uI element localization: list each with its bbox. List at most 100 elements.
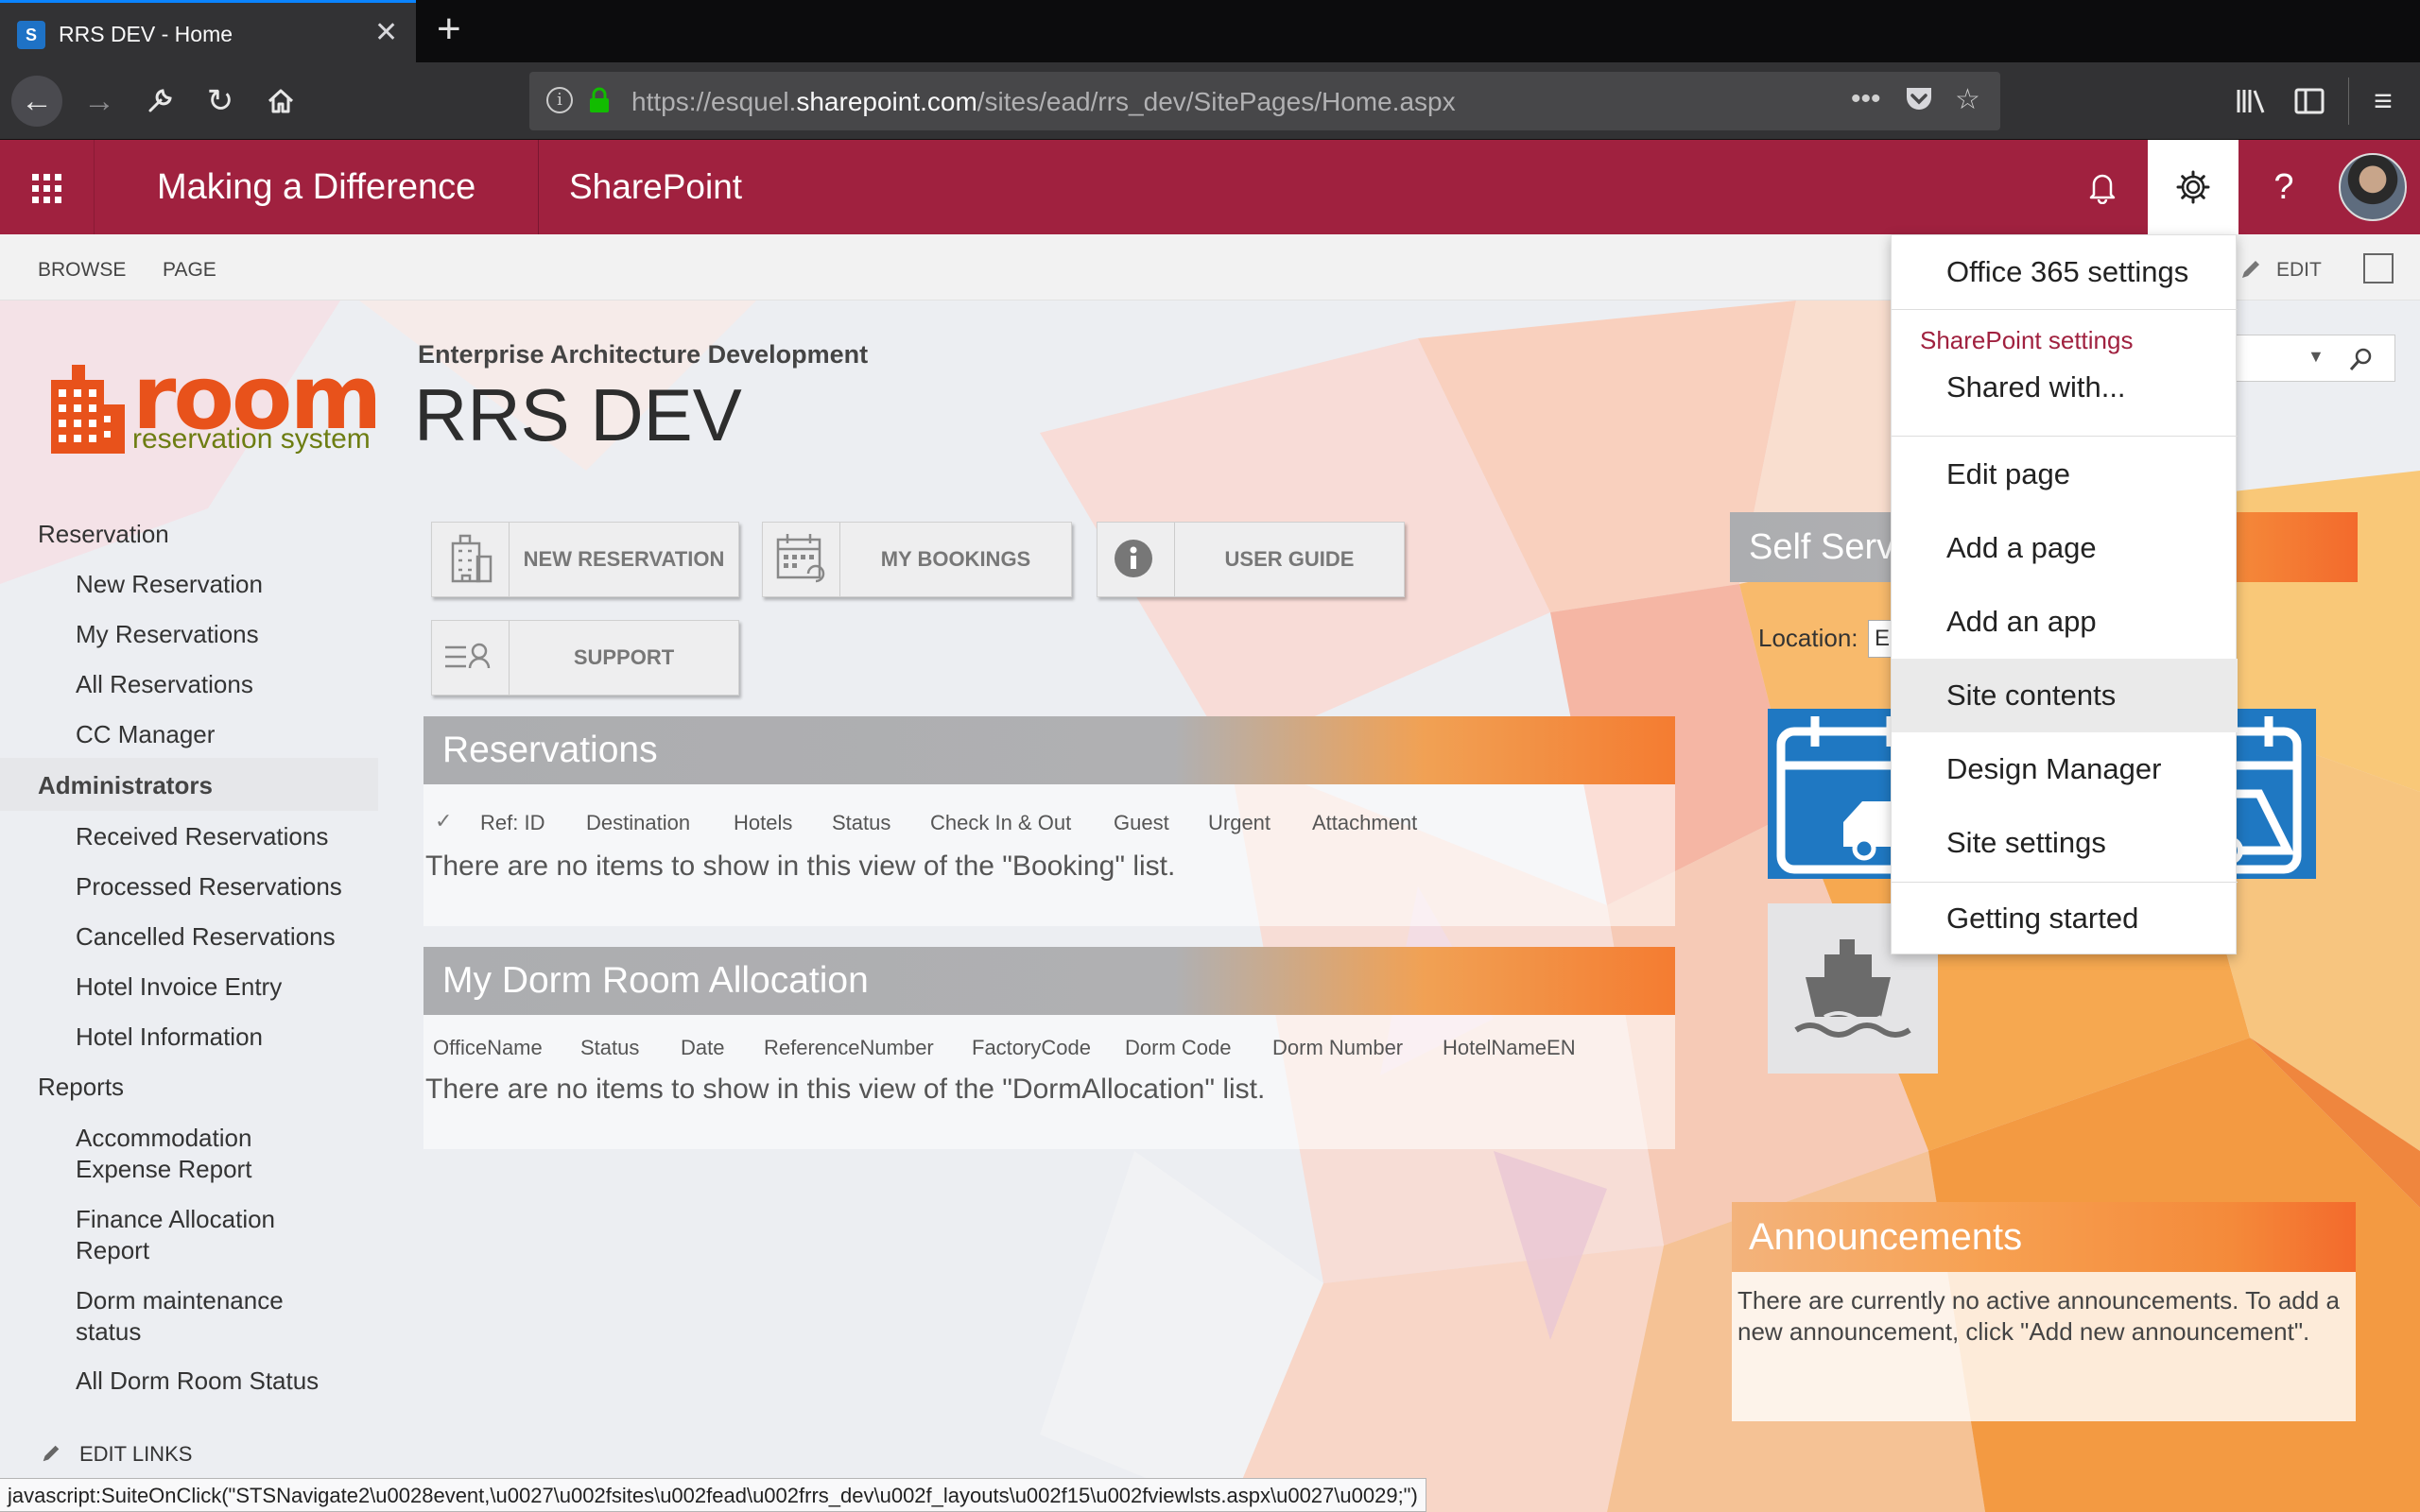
tile-label: USER GUIDE [1224,547,1355,571]
suite-bar: Making a Difference SharePoint ? [0,140,2420,234]
nav-item-cancelled-reservations[interactable]: Cancelled Reservations [76,922,336,952]
nav-item-cc-manager[interactable]: CC Manager [76,720,215,749]
close-tab-icon[interactable]: ✕ [374,16,398,49]
menu-item-getting-started[interactable]: Getting started [1892,882,2238,955]
menu-item-shared-with[interactable]: Shared with... [1892,360,2238,415]
nav-item-accommodation-report[interactable]: Accommodation Expense Report [76,1123,251,1185]
sidebar-toggle-icon[interactable] [2284,76,2335,127]
reload-icon[interactable]: ↻ [195,76,246,127]
support-tile[interactable]: SUPPORT [431,620,739,696]
column-header[interactable]: Dorm Number [1272,1036,1403,1060]
search-icon[interactable] [2347,345,2376,373]
select-all-checkmark-icon[interactable]: ✓ [435,809,452,833]
notifications-bell-icon[interactable] [2057,140,2148,234]
app-launcher-icon[interactable] [0,140,95,234]
empty-list-message: There are no items to show in this view … [425,1074,1266,1105]
my-bookings-tile[interactable]: MY BOOKINGS [762,522,1072,597]
browser-status-bar: javascript:SuiteOnClick("STSNavigate2\u0… [0,1478,1426,1512]
building-logo-icon [51,365,125,454]
menu-item-site-contents[interactable]: Site contents [1892,659,2238,732]
url-path: /sites/ead/rrs_dev/SitePages/Home.aspx [977,87,1456,116]
ribbon-edit-button[interactable]: EDIT [2276,259,2322,282]
nav-item-all-dorm-room-status[interactable]: All Dorm Room Status [76,1366,319,1396]
site-info-icon[interactable]: i [546,87,573,113]
column-header[interactable]: Hotels [734,811,792,835]
ribbon-tab-browse[interactable]: BROWSE [38,259,126,282]
nav-heading-reservation[interactable]: Reservation [38,520,169,549]
settings-gear-icon[interactable] [2148,140,2238,234]
page-actions-icon[interactable]: ••• [1851,83,1881,115]
back-icon[interactable]: ← [11,76,62,127]
nav-item-dorm-maintenance-status[interactable]: Dorm maintenance status [76,1285,284,1348]
menu-item-add-a-page[interactable]: Add a page [1892,511,2238,585]
nav-item-finance-allocation-report[interactable]: Finance Allocation Report [76,1204,275,1266]
user-guide-tile[interactable]: USER GUIDE [1097,522,1405,597]
tile-label: NEW RESERVATION [523,547,725,571]
column-header[interactable]: Status [832,811,890,835]
pocket-icon[interactable] [1904,85,1934,121]
menu-item-office365-settings[interactable]: Office 365 settings [1892,235,2238,309]
new-reservation-tile[interactable]: NEW RESERVATION [431,522,739,597]
column-header[interactable]: Ref: ID [480,811,544,835]
menu-item-add-an-app[interactable]: Add an app [1892,585,2238,659]
edit-links-button[interactable]: EDIT LINKS [79,1442,192,1467]
announcements-body: There are currently no active announceme… [1732,1272,2356,1421]
column-header[interactable]: Destination [586,811,690,835]
nav-item-processed-reservations[interactable]: Processed Reservations [76,872,342,902]
edit-links-pencil-icon [40,1442,62,1469]
library-icon[interactable] [2225,76,2276,127]
menu-item-site-settings[interactable]: Site settings [1892,806,2238,880]
column-header[interactable]: FactoryCode [972,1036,1091,1060]
wrench-icon[interactable] [134,76,185,127]
edit-pencil-icon [2238,257,2263,286]
help-icon[interactable]: ? [2238,140,2329,234]
address-bar[interactable]: i https://esquel.sharepoint.com/sites/ea… [529,72,2000,130]
search-scope-dropdown-icon[interactable]: ▼ [2308,347,2325,367]
browser-tab[interactable]: S RRS DEV - Home ✕ [0,0,416,62]
info-circle-icon [1098,523,1175,596]
page-title[interactable]: RRS DEV [414,372,742,458]
user-avatar[interactable] [2339,153,2407,221]
column-header[interactable]: HotelNameEN [1443,1036,1576,1060]
nav-item-new-reservation[interactable]: New Reservation [76,570,263,599]
menu-divider [1892,309,2238,310]
sharepoint-app-name[interactable]: SharePoint [569,140,742,234]
bookmark-star-icon[interactable]: ☆ [1955,83,1980,116]
empty-list-message: There are no items to show in this view … [425,850,1176,882]
column-header[interactable]: Urgent [1208,811,1270,835]
home-icon[interactable] [255,76,306,127]
menu-item-design-manager[interactable]: Design Manager [1892,732,2238,806]
announcements-webpart-title[interactable]: Announcements [1732,1202,2356,1272]
browser-tab-bar: S RRS DEV - Home ✕ + [0,0,2420,62]
reservations-webpart-title[interactable]: Reservations [424,716,1675,784]
column-header[interactable]: Date [681,1036,724,1060]
settings-dropdown-menu: Office 365 settings SharePoint settings … [1891,234,2238,955]
column-header[interactable]: ReferenceNumber [764,1036,934,1060]
nav-heading-reports[interactable]: Reports [38,1073,124,1102]
nav-item-label: Report [76,1236,150,1264]
column-header[interactable]: Check In & Out [930,811,1071,835]
column-header[interactable]: Attachment [1312,811,1417,835]
site-subtitle[interactable]: Enterprise Architecture Development [418,340,868,369]
brand-title[interactable]: Making a Difference [96,140,539,234]
forward-icon[interactable]: → [74,76,125,127]
focus-on-content-icon[interactable] [2363,253,2394,284]
nav-item-received-reservations[interactable]: Received Reservations [76,822,328,851]
nav-item-label: Accommodation [76,1124,252,1152]
new-tab-icon[interactable]: + [437,6,461,53]
nav-item-hotel-invoice-entry[interactable]: Hotel Invoice Entry [76,972,282,1002]
dorm-webpart-title[interactable]: My Dorm Room Allocation [424,947,1675,1015]
column-header[interactable]: OfficeName [433,1036,543,1060]
browser-navigation-bar: ← → ↻ i https://esquel.sharepoint.com/si… [0,62,2420,140]
column-header[interactable]: Guest [1114,811,1169,835]
menu-item-edit-page[interactable]: Edit page [1892,438,2238,511]
room-reservation-logo[interactable]: room reservation system [38,352,382,465]
column-header[interactable]: Dorm Code [1125,1036,1231,1060]
nav-item-my-reservations[interactable]: My Reservations [76,620,259,649]
nav-heading-administrators[interactable]: Administrators [38,771,213,800]
nav-item-hotel-information[interactable]: Hotel Information [76,1022,263,1052]
column-header[interactable]: Status [580,1036,639,1060]
nav-item-all-reservations[interactable]: All Reservations [76,670,253,699]
ribbon-tab-page[interactable]: PAGE [163,259,216,282]
hamburger-menu-icon[interactable]: ≡ [2358,76,2409,127]
